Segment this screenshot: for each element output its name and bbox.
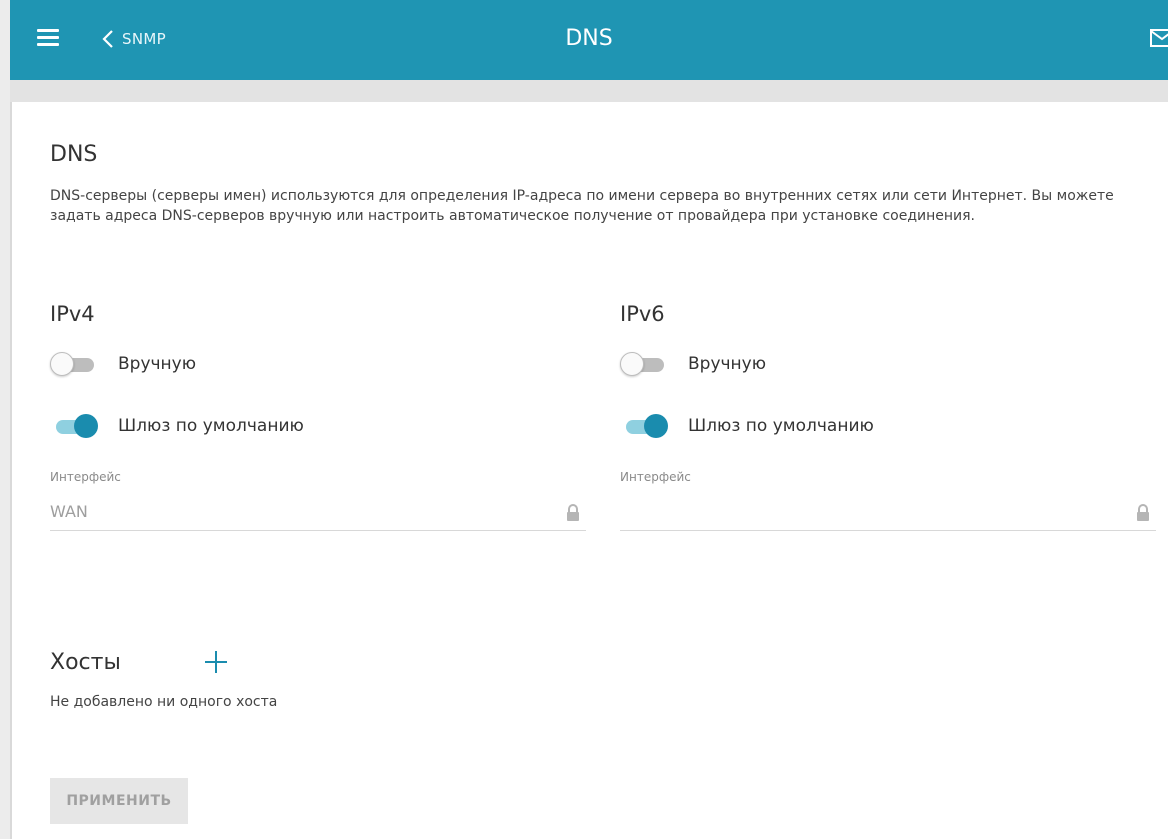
- ipv6-manual-switch[interactable]: [620, 352, 668, 376]
- section-title: DNS: [50, 142, 98, 167]
- ipv6-gateway-switch[interactable]: [620, 414, 668, 438]
- ipv6-interface-field[interactable]: Интерфейс: [620, 468, 1156, 531]
- ipv4-gateway-switch[interactable]: [50, 414, 98, 438]
- sub-bar: [10, 80, 1168, 102]
- ipv6-title: IPv6: [620, 302, 665, 326]
- ipv4-interface-value: WAN: [50, 502, 88, 521]
- ipv6-column: IPv6 Вручную Шлюз по умолчанию Интерфейс: [620, 302, 1156, 531]
- page-title: DNS: [565, 26, 613, 51]
- ipv4-manual-label: Вручную: [118, 354, 197, 374]
- hosts-title: Хосты: [50, 650, 121, 675]
- lock-icon: [1137, 504, 1149, 521]
- top-bar: SNMP DNS: [10, 0, 1168, 80]
- add-host-button[interactable]: [202, 648, 230, 676]
- ipv4-interface-label: Интерфейс: [50, 470, 121, 484]
- ipv4-column: IPv4 Вручную Шлюз по умолчанию Интерфейс…: [50, 302, 586, 531]
- ipv6-manual-label: Вручную: [688, 354, 767, 374]
- ipv6-manual-toggle[interactable]: Вручную: [620, 350, 766, 378]
- hosts-empty-text: Не добавлено ни одного хоста: [50, 694, 278, 710]
- ipv4-interface-field[interactable]: Интерфейс WAN: [50, 468, 586, 531]
- ipv6-interface-label: Интерфейс: [620, 470, 691, 484]
- ipv6-gateway-toggle[interactable]: Шлюз по умолчанию: [620, 412, 874, 440]
- apply-button[interactable]: ПРИМЕНИТЬ: [50, 778, 188, 824]
- ipv4-manual-switch[interactable]: [50, 352, 98, 376]
- ipv4-gateway-toggle[interactable]: Шлюз по умолчанию: [50, 412, 304, 440]
- ipv4-title: IPv4: [50, 302, 95, 326]
- section-description: DNS-серверы (серверы имен) используются …: [50, 188, 1114, 224]
- ipv6-gateway-label: Шлюз по умолчанию: [688, 416, 874, 436]
- mail-icon[interactable]: [1150, 28, 1168, 48]
- ipv4-gateway-label: Шлюз по умолчанию: [118, 416, 304, 436]
- lock-icon: [567, 504, 579, 521]
- plus-icon: [205, 651, 227, 673]
- content-panel: DNS DNS-серверы (серверы имен) использую…: [10, 102, 1168, 839]
- ipv4-manual-toggle[interactable]: Вручную: [50, 350, 196, 378]
